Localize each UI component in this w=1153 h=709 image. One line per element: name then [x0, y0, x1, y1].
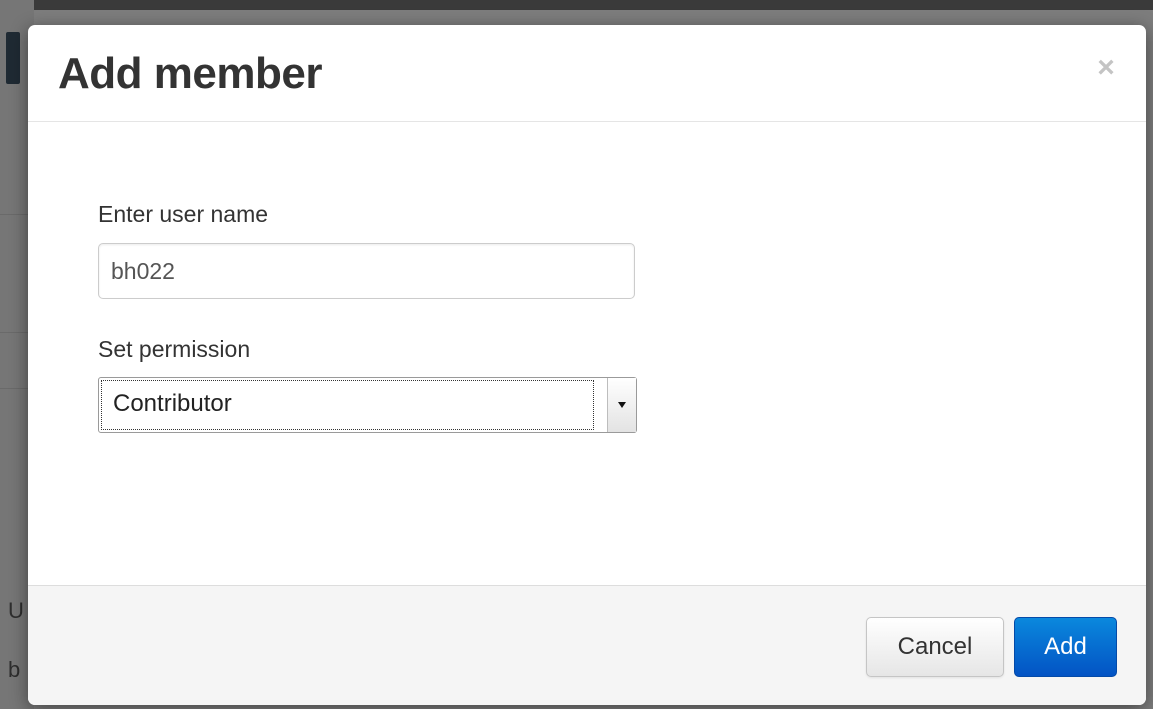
cancel-button[interactable]: Cancel: [866, 617, 1004, 677]
add-button[interactable]: Add: [1014, 617, 1117, 677]
dialog-title: Add member: [58, 49, 322, 98]
permission-label: Set permission: [98, 336, 251, 362]
permission-select[interactable]: Contributor: [98, 377, 637, 433]
add-member-dialog: Add member × Enter user name Set permiss…: [28, 25, 1146, 705]
select-dropdown-button[interactable]: [607, 378, 636, 432]
username-label: Enter user name: [98, 201, 269, 227]
chevron-down-icon: [618, 402, 626, 408]
dialog-body: Enter user name Set permission Contribut…: [28, 122, 1146, 585]
background-divider: [0, 214, 30, 215]
username-input[interactable]: [98, 243, 635, 299]
close-icon[interactable]: ×: [1091, 53, 1121, 83]
background-text-fragment: U: [8, 598, 24, 623]
background-logo-fragment: [6, 32, 20, 84]
background-divider: [0, 388, 30, 389]
permission-selected-value: Contributor: [113, 390, 232, 417]
dialog-header: Add member ×: [28, 25, 1146, 122]
background-divider: [0, 332, 30, 333]
dialog-footer: Cancel Add: [28, 585, 1146, 705]
background-text-fragment: b: [8, 657, 21, 682]
